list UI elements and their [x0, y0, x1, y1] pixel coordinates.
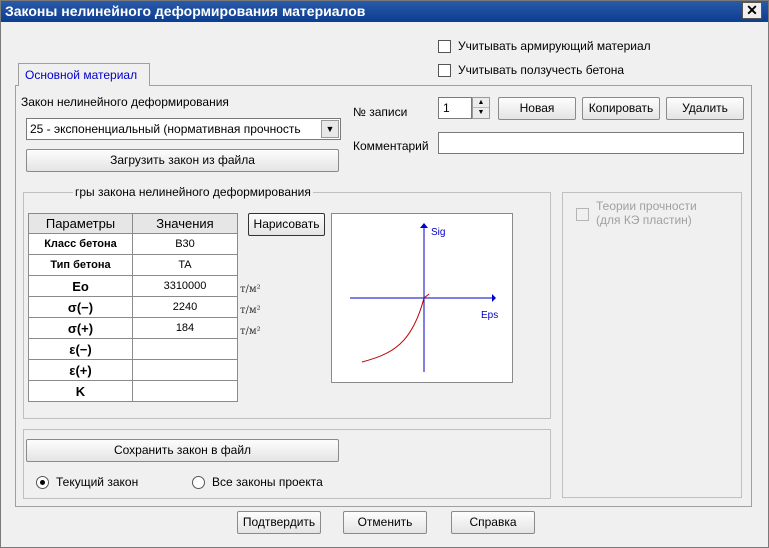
law-plot-svg: Sig Eps	[350, 223, 498, 372]
param-cell: ε(−)	[28, 338, 133, 360]
value-cell[interactable]: 2240	[132, 296, 238, 318]
param-cell: σ(−)	[28, 296, 133, 318]
dialog-window: Законы нелинейного деформирования матери…	[0, 0, 769, 548]
delete-record-button[interactable]: Удалить	[666, 97, 744, 120]
new-record-button[interactable]: Новая	[498, 97, 576, 120]
comment-label: Комментарий	[353, 139, 429, 153]
table-row[interactable]: ε(−)	[28, 338, 238, 360]
record-number-value: 1	[443, 101, 450, 115]
param-cell: K	[28, 380, 133, 402]
draw-button[interactable]: Нарисовать	[248, 213, 325, 236]
law-select-value: 25 - экспоненциальный (нормативная прочн…	[30, 122, 301, 136]
record-label: № записи	[353, 105, 408, 119]
confirm-button[interactable]: Подтвердить	[237, 511, 321, 534]
reinforcing-checkbox[interactable]	[438, 40, 451, 53]
unit-label: т/м²	[240, 305, 261, 316]
value-cell[interactable]: 3310000	[132, 275, 238, 297]
creep-checkbox[interactable]	[438, 64, 451, 77]
law-plot: Sig Eps	[331, 213, 513, 383]
comment-input[interactable]	[438, 132, 744, 154]
column-header: Параметры	[28, 213, 133, 234]
value-cell[interactable]	[132, 380, 238, 402]
strength-checkbox[interactable]	[576, 208, 589, 221]
strength-label-line2: (для КЭ пластин)	[596, 213, 692, 227]
record-spinner[interactable]: ▲ ▼	[472, 97, 490, 119]
column-header: Значения	[132, 213, 238, 234]
param-cell: σ(+)	[28, 317, 133, 339]
param-cell: Eo	[28, 275, 133, 297]
radio-all-label: Все законы проекта	[212, 475, 323, 489]
x-axis-label: Eps	[481, 310, 498, 321]
radio-current-law[interactable]	[36, 476, 49, 489]
value-cell[interactable]	[132, 359, 238, 381]
spin-down-icon[interactable]: ▼	[473, 108, 489, 118]
strength-label-line1: Теории прочности	[596, 199, 697, 213]
value-cell[interactable]: TA	[132, 254, 238, 276]
y-axis-label: Sig	[431, 227, 445, 238]
save-law-button[interactable]: Сохранить закон в файл	[26, 439, 339, 462]
params-table: Параметры Значения Класс бетона B30 Тип …	[28, 213, 238, 402]
table-row[interactable]: Тип бетона TA	[28, 254, 238, 276]
record-number-field[interactable]: 1	[438, 97, 472, 119]
tab-main-material[interactable]: Основной материал	[18, 63, 150, 86]
title-bar: Законы нелинейного деформирования матери…	[1, 1, 768, 22]
table-row[interactable]: Класс бетона B30	[28, 233, 238, 255]
x-axis-arrow	[492, 294, 496, 302]
value-cell[interactable]	[132, 338, 238, 360]
value-cell[interactable]: 184	[132, 317, 238, 339]
unit-label: т/м²	[240, 284, 261, 295]
table-row[interactable]: σ(+) 184	[28, 317, 238, 339]
load-law-button[interactable]: Загрузить закон из файла	[26, 149, 339, 172]
table-row[interactable]: ε(+)	[28, 359, 238, 381]
window-title: Законы нелинейного деформирования матери…	[5, 3, 366, 19]
radio-all-laws[interactable]	[192, 476, 205, 489]
spin-up-icon[interactable]: ▲	[473, 98, 489, 108]
copy-record-button[interactable]: Копировать	[582, 97, 660, 120]
table-row[interactable]: σ(−) 2240	[28, 296, 238, 318]
chevron-down-icon[interactable]: ▼	[321, 120, 339, 138]
params-group-title: гры закона нелинейного деформирования	[73, 185, 313, 199]
creep-label: Учитывать ползучесть бетона	[458, 63, 625, 77]
cancel-button[interactable]: Отменить	[343, 511, 427, 534]
value-cell[interactable]: B30	[132, 233, 238, 255]
strength-label: Теории прочности (для КЭ пластин)	[596, 199, 697, 227]
law-label: Закон нелинейного деформирования	[21, 95, 229, 109]
param-cell: ε(+)	[28, 359, 133, 381]
radio-current-label: Текущий закон	[56, 475, 139, 489]
table-row[interactable]: K	[28, 380, 238, 402]
curve	[361, 293, 430, 363]
param-cell: Тип бетона	[28, 254, 133, 276]
reinforcing-label: Учитывать армирующий материал	[458, 39, 651, 53]
radio-selected-dot	[40, 480, 45, 485]
strength-group	[562, 192, 742, 498]
close-button[interactable]: ✕	[742, 2, 762, 19]
unit-label: т/м²	[240, 326, 261, 337]
law-select[interactable]: 25 - экспоненциальный (нормативная прочн…	[26, 118, 341, 140]
param-cell: Класс бетона	[28, 233, 133, 255]
help-button[interactable]: Справка	[451, 511, 535, 534]
y-axis-arrow	[420, 223, 428, 228]
table-row[interactable]: Eo 3310000	[28, 275, 238, 297]
